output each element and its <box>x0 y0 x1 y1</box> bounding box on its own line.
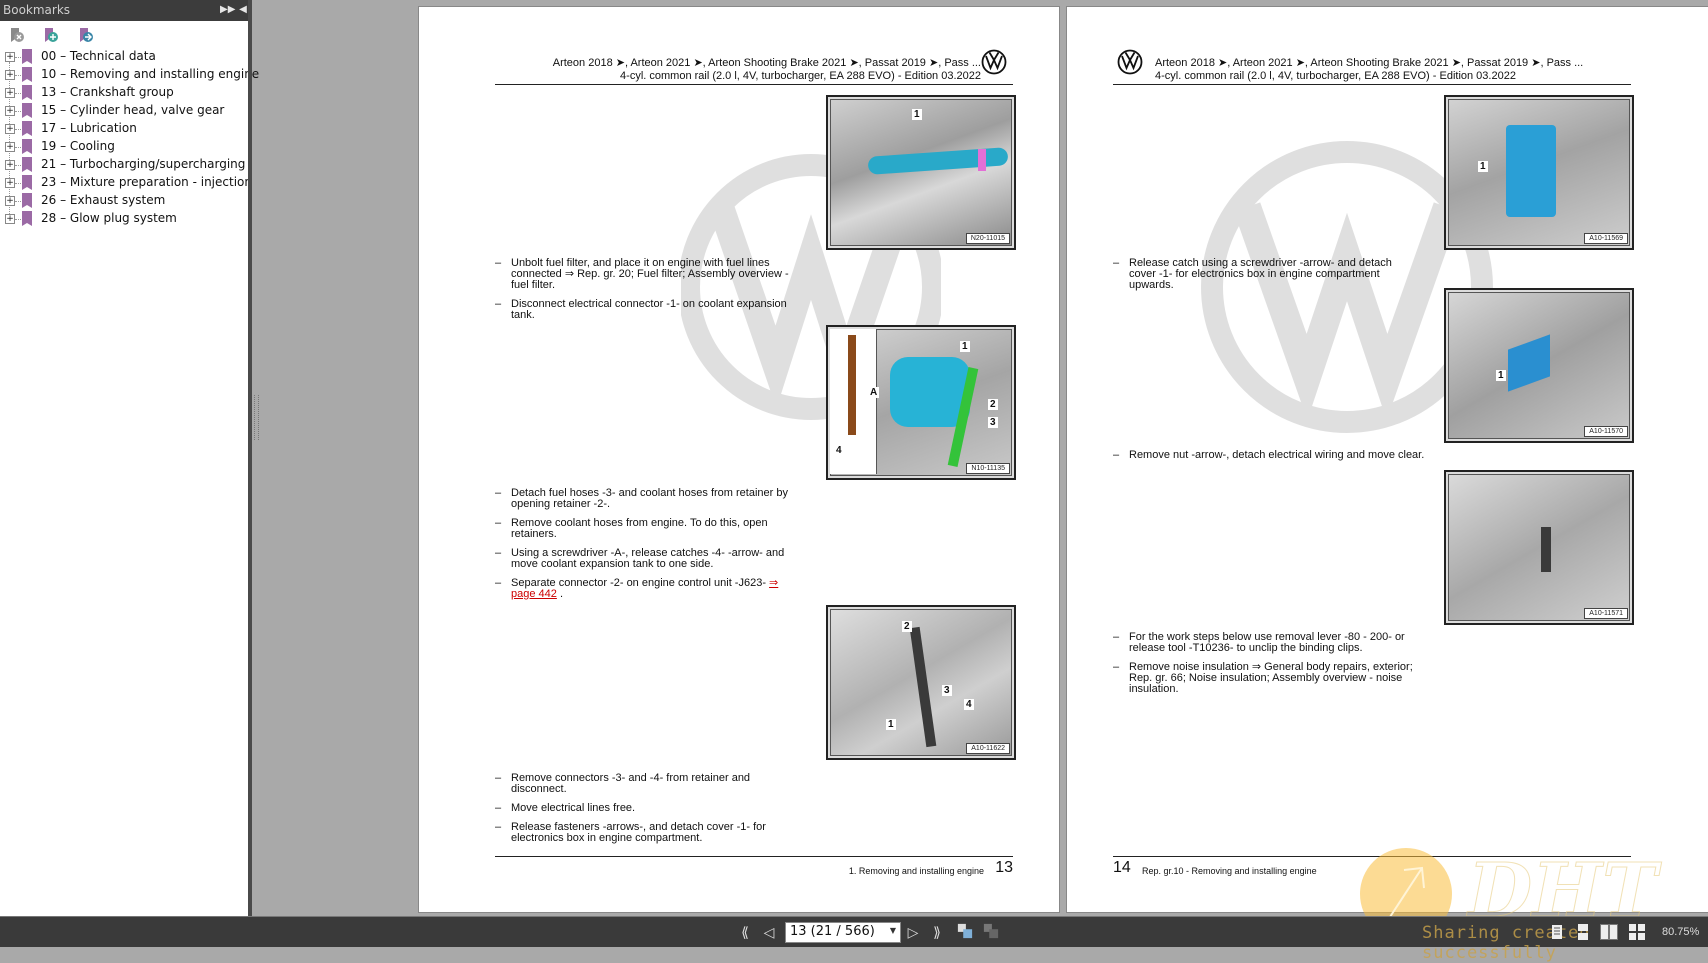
expand-panel-icon[interactable]: ▶▶ <box>220 2 235 18</box>
bookmarks-toolbar <box>0 24 248 46</box>
previous-page-button[interactable]: ◁ <box>760 923 778 941</box>
step-item: Remove connectors -3- and -4- from retai… <box>495 773 795 795</box>
bookmark-flag-icon <box>22 157 32 172</box>
step-item: Separate connector -2- on engine control… <box>495 578 795 600</box>
bookmarks-header: Bookmarks ▶▶ ◀ <box>0 0 248 21</box>
step-item: Release catch using a screwdriver -arrow… <box>1113 258 1413 291</box>
expand-icon[interactable]: + <box>5 106 15 116</box>
expand-icon[interactable]: + <box>5 142 15 152</box>
step-item: Remove coolant hoses from engine. To do … <box>495 518 795 540</box>
facing-view-icon[interactable] <box>1600 924 1618 940</box>
bookmark-item[interactable]: +19 – Cooling <box>0 138 248 156</box>
add-bookmark-icon[interactable] <box>42 27 60 45</box>
vw-logo-icon <box>981 49 1007 75</box>
step-item: Remove nut -arrow-, detach electrical wi… <box>1113 450 1433 462</box>
expand-icon[interactable]: + <box>5 88 15 98</box>
footer-rule <box>1113 856 1631 857</box>
bookmark-item[interactable]: +10 – Removing and installing engine <box>0 66 259 84</box>
delete-bookmark-icon[interactable] <box>8 27 26 45</box>
step-item: Using a screwdriver -A-, release catches… <box>495 548 795 570</box>
step-item: For the work steps below use removal lev… <box>1113 632 1413 654</box>
expand-icon[interactable]: + <box>5 196 15 206</box>
figure-a10-11571: A10-11571 <box>1444 470 1634 625</box>
page-selector[interactable]: 13 (21 / 566) ▼ <box>785 922 901 943</box>
single-page-view-icon[interactable] <box>1550 924 1564 940</box>
page-number: 14 <box>1113 859 1131 876</box>
continuous-view-icon[interactable] <box>1576 924 1590 940</box>
bookmark-item[interactable]: +23 – Mixture preparation - injection <box>0 174 252 192</box>
steps-list-2: Remove nut -arrow-, detach electrical wi… <box>1113 450 1433 469</box>
previous-view-icon[interactable] <box>956 923 974 939</box>
document-page-13: Arteon 2018 ➤, Arteon 2021 ➤, Arteon Sho… <box>418 6 1060 913</box>
steps-list-2: Detach fuel hoses -3- and coolant hoses … <box>495 488 795 608</box>
zoom-level[interactable]: 80.75% <box>1662 926 1699 938</box>
bookmark-item[interactable]: +21 – Turbocharging/supercharging <box>0 156 248 174</box>
expand-icon[interactable]: + <box>5 124 15 134</box>
footer-rule <box>495 856 1013 857</box>
vw-logo-icon <box>1117 49 1143 75</box>
expand-icon[interactable]: + <box>5 178 15 188</box>
document-page-14: Arteon 2018 ➤, Arteon 2021 ➤, Arteon Sho… <box>1066 6 1708 913</box>
footer-chapter: 1. Removing and installing engine <box>848 866 984 876</box>
splitter-grip[interactable] <box>254 395 259 440</box>
bookmark-flag-icon <box>22 85 32 100</box>
bookmark-flag-icon <box>22 67 32 82</box>
figure-a10-11570: 1 A10-11570 <box>1444 288 1634 443</box>
steps-list-3: For the work steps below use removal lev… <box>1113 632 1413 703</box>
bookmark-item[interactable]: +28 – Glow plug system <box>0 210 248 228</box>
bookmark-flag-icon <box>22 103 32 118</box>
bookmark-flag-icon <box>22 49 32 64</box>
step-item: Move electrical lines free. <box>495 803 795 815</box>
bottom-toolbar: ⟪ ◁ 13 (21 / 566) ▼ ▷ ⟫ Sharing created … <box>0 916 1708 963</box>
bookmark-flag-icon <box>22 121 32 136</box>
bookmark-tree: +00 – Technical data +10 – Removing and … <box>0 48 259 228</box>
panel-splitter[interactable] <box>248 0 252 916</box>
step-item: Disconnect electrical connector -1- on c… <box>495 299 795 321</box>
step-item: Unbolt fuel filter, and place it on engi… <box>495 258 795 291</box>
steps-list-1: Unbolt fuel filter, and place it on engi… <box>495 258 795 329</box>
bookmark-item[interactable]: +15 – Cylinder head, valve gear <box>0 102 248 120</box>
expand-icon[interactable]: + <box>5 160 15 170</box>
expand-icon[interactable]: + <box>5 70 15 80</box>
bookmark-flag-icon <box>22 193 32 208</box>
figure-a10-11569: 1 A10-11569 <box>1444 95 1634 250</box>
bookmark-item[interactable]: +13 – Crankshaft group <box>0 84 248 102</box>
dropdown-arrow-icon: ▼ <box>889 926 896 935</box>
bookmark-item[interactable]: +26 – Exhaust system <box>0 192 248 210</box>
footer-chapter: Rep. gr.10 - Removing and installing eng… <box>1142 866 1317 876</box>
expand-icon[interactable]: + <box>5 52 15 62</box>
bookmark-item[interactable]: +17 – Lubrication <box>0 120 248 138</box>
bookmark-flag-icon <box>22 175 32 190</box>
last-page-button[interactable]: ⟫ <box>928 923 946 941</box>
bookmarks-title: Bookmarks <box>3 3 71 17</box>
expand-icon[interactable]: + <box>5 214 15 224</box>
page-header: Arteon 2018 ➤, Arteon 2021 ➤, Arteon Sho… <box>1155 57 1584 82</box>
figure-n20-11015: 1 N20-11015 <box>826 95 1016 250</box>
step-item: Remove noise insulation ⇒ General body r… <box>1113 662 1413 695</box>
figure-a10-11622: 2 3 4 1 A10-11622 <box>826 605 1016 760</box>
bookmarks-panel: Bookmarks ▶▶ ◀ +00 – Technical data +10 … <box>0 0 259 916</box>
figure-n10-11135: 1 A 2 3 4 N10-11135 <box>826 325 1016 480</box>
bookmark-flag-icon <box>22 139 32 154</box>
step-item: Detach fuel hoses -3- and coolant hoses … <box>495 488 795 510</box>
header-rule <box>1113 84 1631 85</box>
step-item: Release fasteners -arrows-, and detach c… <box>495 822 795 844</box>
steps-list-1: Release catch using a screwdriver -arrow… <box>1113 258 1413 299</box>
header-rule <box>495 84 1013 85</box>
next-page-button[interactable]: ▷ <box>904 923 922 941</box>
steps-list-3: Remove connectors -3- and -4- from retai… <box>495 773 795 852</box>
first-page-button[interactable]: ⟪ <box>736 923 754 941</box>
bookmark-item[interactable]: +00 – Technical data <box>0 48 248 66</box>
page-number: 13 <box>995 859 1013 876</box>
continuous-facing-view-icon[interactable] <box>1628 924 1646 940</box>
bookmark-flag-icon <box>22 211 32 226</box>
page-header: Arteon 2018 ➤, Arteon 2021 ➤, Arteon Sho… <box>552 57 981 82</box>
go-to-bookmark-icon[interactable] <box>77 27 95 45</box>
next-view-icon[interactable] <box>982 923 1000 939</box>
